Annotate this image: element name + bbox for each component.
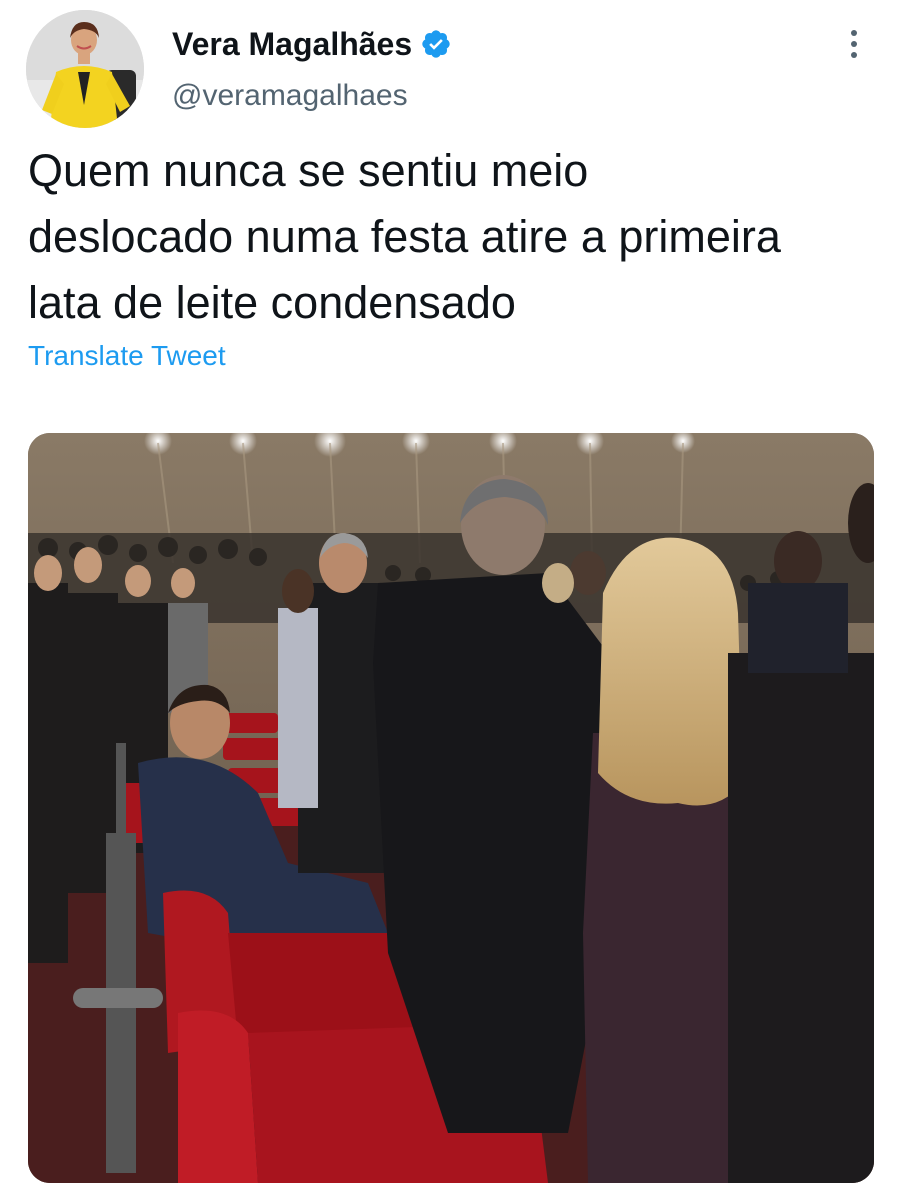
author-display-name[interactable]: Vera Magalhães bbox=[172, 24, 412, 64]
more-dot bbox=[851, 52, 857, 58]
verified-badge-icon bbox=[420, 28, 452, 60]
translate-tweet-link[interactable]: Translate Tweet bbox=[28, 338, 226, 374]
tweet-card: Vera Magalhães @veramagalhaes Quem nunca… bbox=[0, 0, 899, 1200]
photo-auditorium-icon bbox=[28, 433, 874, 1183]
profile-photo-icon bbox=[26, 10, 144, 128]
author-name-row: Vera Magalhães bbox=[172, 24, 452, 64]
tweet-text: Quem nunca se sentiu meio deslocado numa… bbox=[28, 145, 781, 328]
author-handle[interactable]: @veramagalhaes bbox=[172, 78, 408, 114]
more-options-icon[interactable] bbox=[838, 26, 870, 62]
author-avatar[interactable] bbox=[26, 10, 144, 128]
more-dot bbox=[851, 30, 857, 36]
more-dot bbox=[851, 41, 857, 47]
tweet-photo[interactable] bbox=[28, 433, 874, 1183]
